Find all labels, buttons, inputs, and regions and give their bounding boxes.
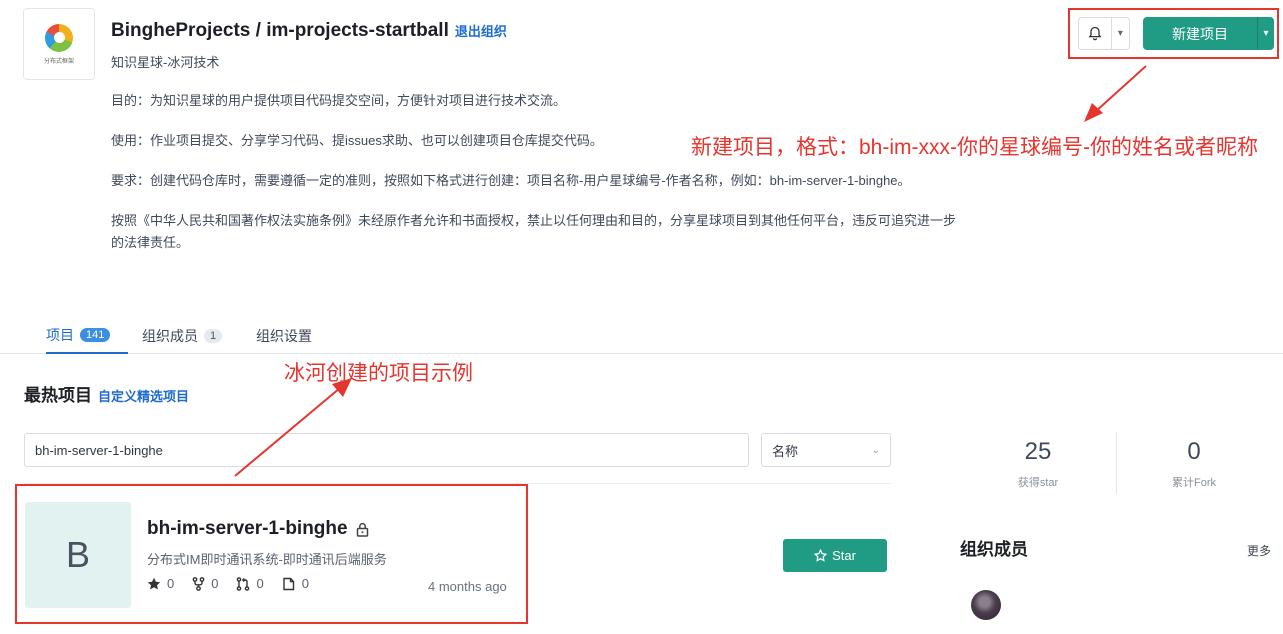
- main-content: [0, 354, 1283, 634]
- issue-count-value: 0: [301, 576, 309, 591]
- org-description: 目的：为知识星球的用户提供项目代码提交空间，方便针对项目进行技术交流。 使用：作…: [111, 90, 961, 272]
- project-avatar[interactable]: B: [25, 502, 131, 608]
- bell-icon[interactable]: [1079, 18, 1112, 49]
- exit-org-link[interactable]: 退出组织: [455, 21, 507, 40]
- tab-projects[interactable]: 项目 141: [46, 318, 128, 354]
- issue-count[interactable]: 0: [282, 576, 309, 591]
- members-title: 组织成员: [960, 540, 1028, 559]
- project-stats: 0 0 0 0: [147, 576, 327, 591]
- customize-featured-link[interactable]: 自定义精选项目: [98, 386, 189, 405]
- logo-mark-icon: [45, 23, 73, 52]
- description-requirement: 要求：创建代码仓库时，需要遵循一定的准则，按照如下格式进行创建：项目名称-用户星…: [111, 173, 911, 188]
- project-name-row: bh-im-server-1-binghe: [147, 518, 369, 540]
- pull-request-icon: [237, 576, 250, 591]
- stat-label: 累计Fork: [1172, 477, 1216, 489]
- org-subtitle: 知识星球-冰河技术: [111, 55, 220, 70]
- sort-select-value: 名称: [772, 443, 799, 459]
- tab-members[interactable]: 组织成员 1: [142, 318, 223, 354]
- hot-projects-header: 最热项目 自定义精选项目: [24, 381, 189, 406]
- new-project-button[interactable]: 新建项目 ▾: [1143, 17, 1274, 50]
- sort-select[interactable]: 名称 ⌄: [761, 433, 891, 467]
- example-annotation: 冰河创建的项目示例: [284, 362, 473, 385]
- star-icon: [147, 577, 161, 589]
- project-name-link[interactable]: bh-im-server-1-binghe: [147, 518, 348, 540]
- tab-label: 组织成员: [142, 328, 198, 344]
- tab-label: 组织设置: [256, 328, 312, 344]
- star-count-value: 0: [167, 576, 175, 591]
- logo-text: 分布式框架: [43, 58, 74, 65]
- new-project-label[interactable]: 新建项目: [1143, 17, 1258, 50]
- pull-request-count[interactable]: 0: [236, 576, 264, 591]
- star-outline-icon: [814, 549, 828, 562]
- hot-projects-title: 最热项目: [24, 386, 92, 405]
- issue-icon: [283, 577, 294, 590]
- pull-request-count-value: 0: [256, 576, 264, 591]
- new-project-annotation: 新建项目，格式：bh-im-xxx-你的星球编号-你的姓名或者昵称: [691, 136, 1258, 159]
- org-title: BingheProjects / im-projects-startball 退…: [111, 20, 507, 42]
- tab-count-badge: 141: [80, 328, 111, 342]
- tab-settings[interactable]: 组织设置: [256, 318, 312, 354]
- members-more-link[interactable]: 更多: [1247, 542, 1271, 559]
- stat-value: 25: [1024, 438, 1052, 465]
- org-logo[interactable]: 分布式框架: [23, 8, 95, 80]
- star-button-label: Star: [832, 548, 856, 563]
- member-avatar[interactable]: [971, 590, 1001, 620]
- divider: [24, 483, 891, 484]
- project-description: 分布式IM即时通讯系统-即时通讯后端服务: [147, 552, 387, 567]
- chevron-down-icon: ⌄: [871, 444, 880, 456]
- tab-label: 项目: [46, 327, 74, 343]
- stat-label: 获得star: [1017, 477, 1059, 489]
- fork-count[interactable]: 0: [192, 576, 218, 591]
- fork-count-value: 0: [211, 576, 219, 591]
- description-copyright: 按照《中华人民共和国著作权法实施条例》未经原作者允许和书面授权，禁止以任何理由和…: [111, 213, 957, 250]
- stars-received-stat: 25 获得star: [960, 438, 1116, 490]
- org-header: 分布式框架 BingheProjects / im-projects-start…: [0, 0, 1283, 352]
- org-tabs: 项目 141 组织成员 1 组织设置: [0, 318, 1283, 354]
- tab-count-badge: 1: [204, 329, 223, 343]
- total-forks-stat: 0 累计Fork: [1116, 438, 1272, 490]
- chevron-down-icon[interactable]: ▾: [1112, 18, 1129, 49]
- org-name: BingheProjects / im-projects-startball: [111, 20, 449, 41]
- star-count[interactable]: 0: [147, 576, 174, 591]
- fork-icon: [192, 576, 205, 591]
- watch-dropdown[interactable]: ▾: [1078, 17, 1130, 50]
- star-button[interactable]: Star: [783, 539, 887, 572]
- chevron-down-icon[interactable]: ▾: [1258, 17, 1274, 50]
- project-updated-time: 4 months ago: [428, 579, 507, 594]
- stat-value: 0: [1187, 438, 1201, 465]
- description-purpose: 目的：为知识星球的用户提供项目代码提交空间，方便针对项目进行技术交流。: [111, 93, 567, 108]
- lock-icon: [356, 522, 369, 537]
- project-search-input[interactable]: [24, 433, 749, 467]
